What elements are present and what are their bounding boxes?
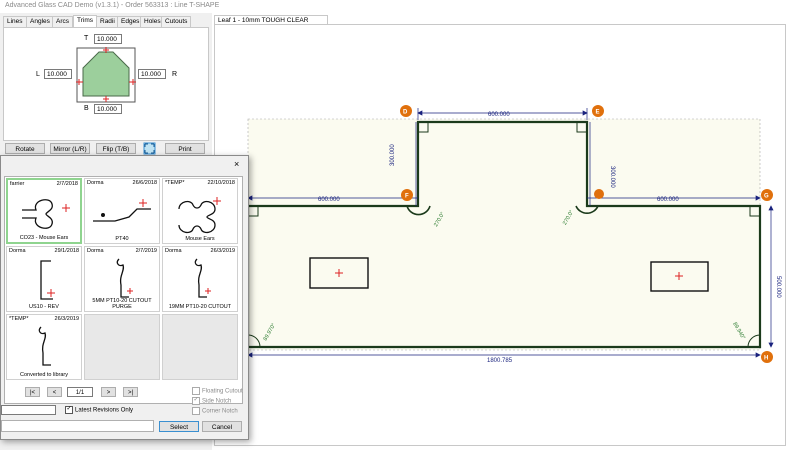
library-item-empty bbox=[84, 314, 160, 380]
tab-angles[interactable]: Angles bbox=[26, 16, 54, 27]
dim-left-step-text: 300.000 bbox=[390, 144, 396, 166]
svg-text:D: D bbox=[403, 110, 408, 116]
page-input[interactable]: 1/1 bbox=[67, 387, 93, 397]
marker-f[interactable]: F bbox=[401, 189, 413, 201]
dim-right-step-text: 300.000 bbox=[609, 166, 615, 188]
marker-d[interactable]: D bbox=[400, 105, 412, 117]
cutout-thumbnail bbox=[40, 260, 55, 300]
svg-text:H: H bbox=[764, 356, 768, 362]
side-notch-checkbox[interactable]: ✓ Side Notch bbox=[192, 397, 231, 405]
tab-radii[interactable]: Radii bbox=[96, 16, 119, 27]
select-button[interactable]: Select bbox=[159, 421, 199, 432]
tab-cutouts[interactable]: Cutouts bbox=[161, 16, 192, 27]
trim-left-input[interactable]: 10.000 bbox=[44, 69, 72, 79]
next-page-button[interactable]: > bbox=[101, 387, 116, 397]
marker-g[interactable]: G bbox=[761, 189, 773, 201]
cutout-thumbnail bbox=[38, 326, 51, 366]
library-item-2[interactable]: Dorma 26/6/2018 PT40 bbox=[84, 178, 160, 244]
dim-height-text: 500.000 bbox=[775, 276, 781, 298]
glass-drawing: 600.000 300.000 300.000 600.000 600.000 … bbox=[246, 105, 781, 364]
marker-extra[interactable] bbox=[594, 189, 604, 199]
rotate-button[interactable]: Rotate bbox=[5, 143, 45, 154]
cancel-button[interactable]: Cancel bbox=[202, 421, 242, 432]
marker-e[interactable]: E bbox=[592, 105, 604, 117]
close-icon[interactable]: × bbox=[234, 159, 239, 169]
library-item-empty bbox=[162, 314, 238, 380]
sheet-outline bbox=[247, 118, 761, 351]
svg-text:G: G bbox=[764, 194, 769, 200]
dim-total-text: 1800.785 bbox=[487, 358, 513, 364]
dim-top-text: 600.000 bbox=[488, 112, 510, 118]
trim-right-label: R bbox=[172, 71, 178, 78]
trim-left-label: L bbox=[36, 71, 40, 78]
trim-right-input[interactable]: 10.000 bbox=[138, 69, 166, 79]
cutout-thumbnail bbox=[178, 197, 221, 234]
trim-top-input[interactable]: 10.000 bbox=[94, 34, 122, 44]
floating-cutout-checkbox[interactable]: Floating Cutout bbox=[192, 387, 243, 395]
first-page-button[interactable]: |< bbox=[25, 387, 40, 397]
status-field bbox=[1, 420, 154, 432]
trim-bottom-label: B bbox=[84, 105, 89, 112]
cutout-library-dialog: × farrier 2/7/2018 CO23 - Mouse Ears Dorm… bbox=[0, 155, 249, 440]
svg-text:F: F bbox=[405, 194, 409, 200]
trim-preview bbox=[76, 47, 136, 103]
dim-right-width-text: 600.000 bbox=[657, 197, 679, 203]
library-grid: farrier 2/7/2018 CO23 - Mouse Ears Dorma 2… bbox=[4, 176, 243, 404]
cutout-thumbnail bbox=[194, 258, 211, 298]
mirror-button[interactable]: Mirror (L/R) bbox=[50, 143, 90, 154]
library-item-7[interactable]: *TEMP* 26/3/2019 Converted to library bbox=[6, 314, 82, 380]
corner-notch-checkbox[interactable]: Corner Notch bbox=[192, 407, 238, 415]
print-button[interactable]: Print bbox=[165, 143, 205, 154]
prev-page-button[interactable]: < bbox=[47, 387, 62, 397]
fit-view-icon[interactable] bbox=[143, 142, 156, 155]
cutout-thumbnail bbox=[93, 199, 151, 222]
tab-arcs[interactable]: Arcs bbox=[52, 16, 73, 27]
library-item-3[interactable]: *TEMP* 22/10/2018 Mouse Ears bbox=[162, 178, 238, 244]
library-item-1[interactable]: farrier 2/7/2018 CO23 - Mouse Ears bbox=[6, 178, 82, 244]
title-bar: Advanced Glass CAD Demo (v1.3.1) - Order… bbox=[0, 0, 800, 13]
last-page-button[interactable]: >| bbox=[123, 387, 138, 397]
dim-left-width-text: 600.000 bbox=[318, 197, 340, 203]
search-input[interactable] bbox=[1, 405, 56, 415]
trim-bottom-input[interactable]: 10.000 bbox=[94, 104, 122, 114]
cutout-thumbnail bbox=[22, 199, 70, 229]
tab-lines[interactable]: Lines bbox=[3, 16, 27, 27]
marker-h[interactable]: H bbox=[761, 351, 773, 363]
flip-button[interactable]: Flip (T/B) bbox=[96, 143, 136, 154]
library-item-6[interactable]: Dorma 26/3/2019 19MM PT10-20 CUTOUT bbox=[162, 246, 238, 312]
latest-revisions-checkbox[interactable]: ✓ Latest Revisions Only bbox=[65, 406, 133, 414]
svg-text:E: E bbox=[596, 110, 600, 116]
window-title: Advanced Glass CAD Demo (v1.3.1) - Order… bbox=[5, 2, 220, 9]
library-item-4[interactable]: Dorma 29/1/2018 US10 - REV bbox=[6, 246, 82, 312]
library-item-5[interactable]: Dorma 2/7/2019 5MM PT10-20 CUTOUT PURGE bbox=[84, 246, 160, 312]
trim-top-label: T bbox=[84, 35, 89, 42]
